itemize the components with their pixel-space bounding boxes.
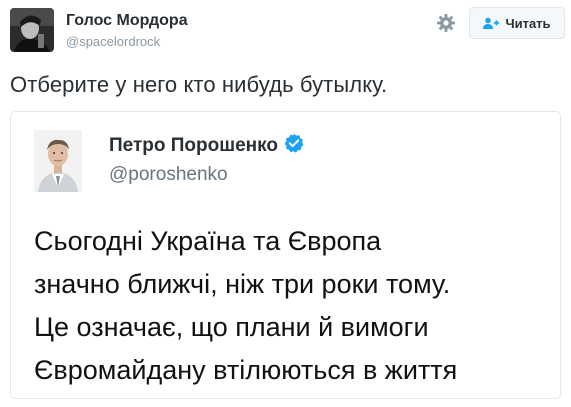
quoted-author-avatar[interactable] — [34, 130, 82, 192]
quoted-tweet-line: значно ближчі, ніж три роки тому. — [34, 269, 451, 299]
quoted-author-handle[interactable]: @poroshenko — [109, 164, 228, 186]
quoted-author-row: Петро Порошенко — [109, 133, 304, 158]
quoted-author-name[interactable]: Петро Порошенко — [109, 135, 278, 157]
tweet-page: Голос Мордора @spacelordrock Читать Отбе… — [0, 0, 571, 407]
gear-icon[interactable] — [436, 13, 456, 33]
author-name[interactable]: Голос Мордора — [66, 12, 188, 30]
quoted-tweet-line: Це означає, що плани й вимоги — [34, 312, 429, 342]
add-user-icon — [483, 17, 500, 29]
verified-badge-icon — [284, 133, 304, 158]
quoted-tweet-line: Сьогодні Україна та Європа — [34, 226, 382, 256]
follow-button-label: Читать — [505, 15, 551, 31]
follow-button[interactable]: Читать — [469, 7, 565, 39]
author-avatar[interactable] — [10, 8, 54, 52]
quoted-tweet-card[interactable]: Петро Порошенко @poroshenko Сьогодні Укр… — [10, 111, 561, 399]
author-handle[interactable]: @spacelordrock — [66, 34, 160, 49]
quoted-tweet-line: Євромайдану втілюються в життя — [34, 355, 458, 385]
quoted-tweet-body: Сьогодні Україна та Європа значно ближчі… — [34, 220, 549, 392]
tweet-text: Отберите у него кто нибудь бутылку. — [10, 72, 388, 97]
